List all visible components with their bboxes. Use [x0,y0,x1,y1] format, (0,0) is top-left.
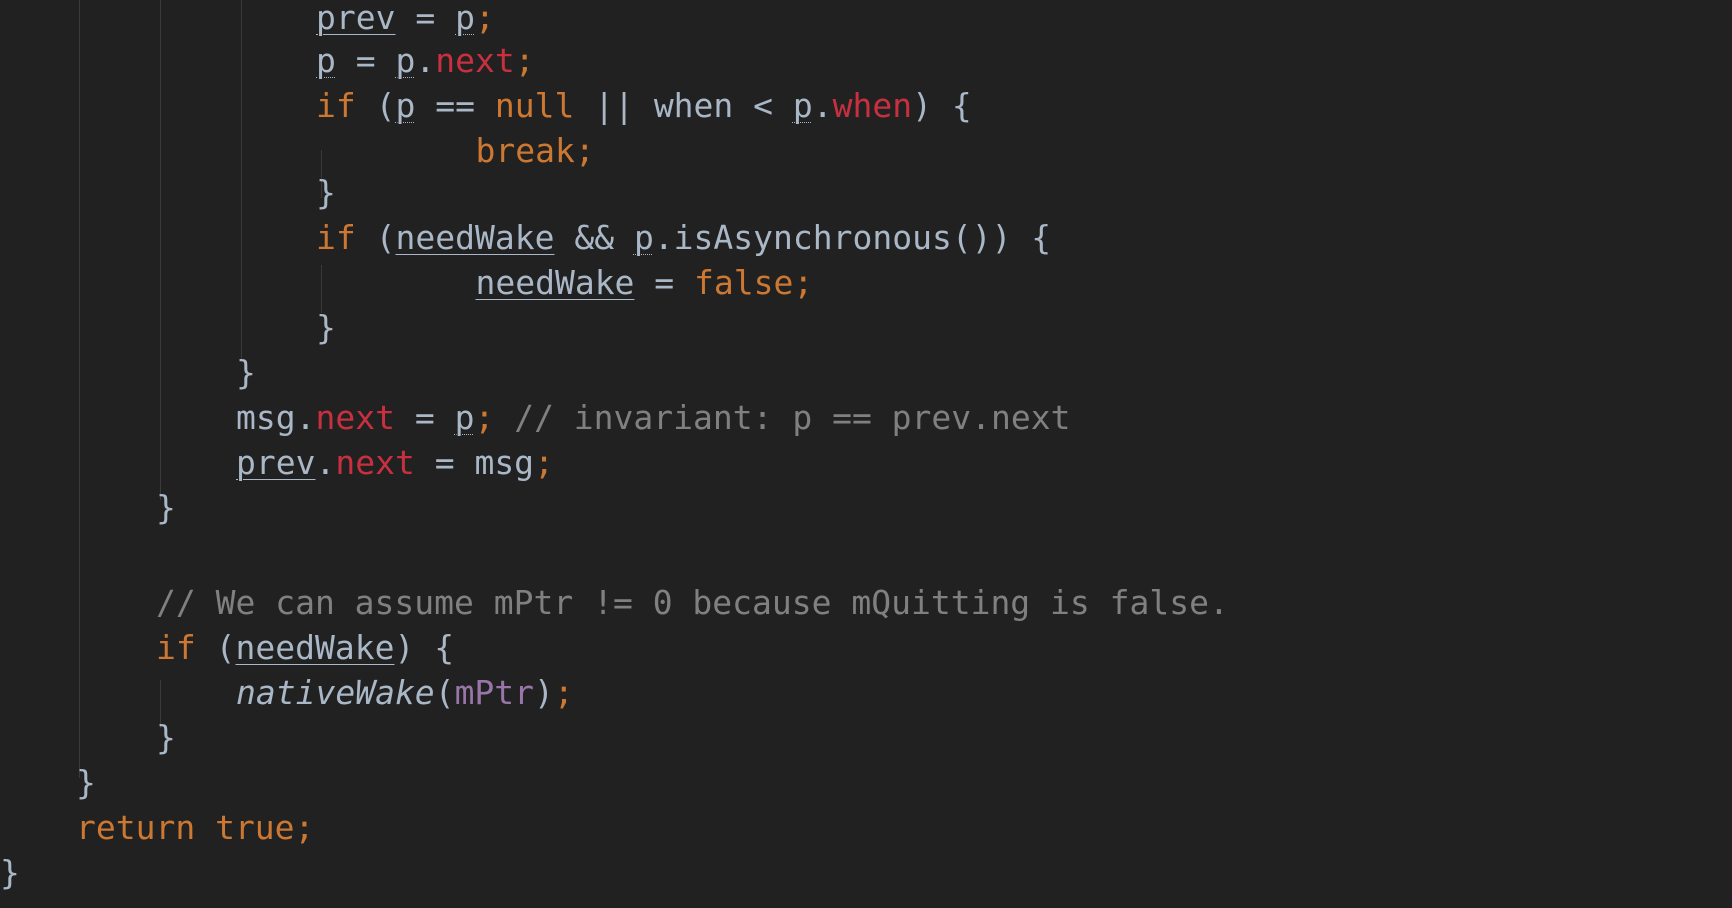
code-token: } [156,718,176,757]
code-token: && [554,218,634,257]
code-token: null [494,86,575,125]
code-line[interactable]: return true; [76,805,314,851]
code-token: ( [195,628,236,667]
code-line[interactable]: nativeWake(mPtr); [236,670,574,716]
code-token: == [415,86,495,125]
code-token: if [156,628,196,667]
code-token: = [634,263,695,302]
code-line[interactable]: } [236,350,256,396]
code-token: . [315,443,336,482]
code-token: prev [236,443,316,482]
code-token: next [315,398,395,437]
indent-guide [241,0,242,360]
code-line[interactable]: if (needWake && p.isAsynchronous()) { [316,215,1051,261]
code-token: } [156,488,176,527]
code-line[interactable]: } [316,305,336,351]
code-token: ; [474,0,495,37]
code-token: .isAsynchronous()) { [653,218,1052,257]
code-token: mPtr [454,673,535,712]
indent-guide [79,0,80,778]
code-token: p [395,86,416,125]
code-line[interactable]: // We can assume mPtr != 0 because mQuit… [156,580,1229,626]
code-token: ) { [912,86,972,125]
code-token: break; [475,131,595,170]
code-token: false; [694,263,814,302]
code-token: // invariant: p == prev.next [494,398,1071,437]
code-line[interactable]: if (p == null || when < p.when) { [316,83,972,129]
code-token: p [633,218,654,257]
code-token: next [435,41,515,80]
code-token: prev [316,0,396,37]
code-token: || when < [574,86,793,125]
code-token: . [415,41,436,80]
code-line[interactable]: p = p.next; [316,38,535,84]
code-token: ) [534,673,554,712]
code-token: . [812,86,833,125]
code-token: = [394,398,455,437]
code-token: needWake [395,218,555,257]
code-token: p [395,41,416,80]
code-token: next [335,443,415,482]
code-line[interactable]: break; [396,128,595,174]
code-token: if [316,86,356,125]
code-line[interactable]: needWake = false; [396,260,813,306]
code-token: p [455,0,475,37]
code-line[interactable]: } [0,850,20,896]
code-token: return true; [76,808,315,847]
code-token: } [316,308,336,347]
code-line[interactable]: prev = p; [316,0,495,41]
code-token: needWake [235,628,395,667]
code-token: ; [553,673,574,712]
code-token: = [395,0,456,37]
code-token: ( [434,673,455,712]
code-line[interactable]: } [156,715,176,761]
code-token: ) { [394,628,455,667]
code-token: } [76,763,96,802]
code-token: = msg [414,443,535,482]
code-line[interactable]: prev.next = msg; [236,440,554,486]
code-line[interactable]: if (needWake) { [156,625,454,671]
code-token: p [316,41,336,80]
code-token: } [0,853,20,892]
code-token: ; [514,41,535,80]
code-token: if [316,218,356,257]
code-line[interactable]: msg.next = p; // invariant: p == prev.ne… [236,395,1071,441]
code-token: = [335,41,396,80]
code-token: msg. [236,398,316,437]
code-line[interactable]: } [76,760,96,806]
code-token: when [832,86,913,125]
code-token: ( [355,218,396,257]
code-token: } [236,353,256,392]
code-token: p [792,86,813,125]
indent-guide [160,0,161,500]
code-token: } [316,173,336,212]
code-token: nativeWake [236,673,435,712]
code-token: needWake [475,263,635,302]
code-token: ; [534,443,554,482]
code-token: ; [474,398,495,437]
code-token: ( [355,86,396,125]
code-line[interactable]: } [156,485,176,531]
code-line[interactable]: } [316,170,336,216]
code-token: p [454,398,475,437]
code-token: // We can assume mPtr != 0 because mQuit… [156,583,1229,622]
code-editor[interactable]: prev = p; p = p.next; if (p == null || whe… [0,0,1732,908]
